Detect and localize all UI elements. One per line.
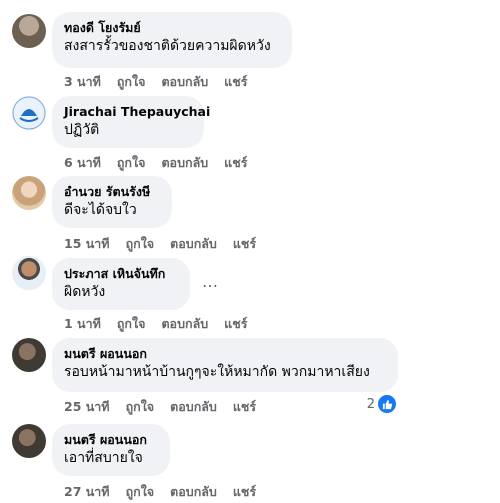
share-button[interactable]: แชร์ xyxy=(224,153,247,173)
comment-text: ปฏิวัติ xyxy=(64,122,100,138)
comment-time[interactable]: 25 นาที xyxy=(64,397,110,417)
comment-author[interactable]: ประภาส เหินจันทึก xyxy=(64,266,178,282)
comment-time[interactable]: 3 นาที xyxy=(64,72,101,92)
reaction-summary[interactable]: 2 xyxy=(367,395,396,413)
comment-time[interactable]: 27 นาที xyxy=(64,482,110,502)
avatar[interactable] xyxy=(12,96,46,130)
reply-button[interactable]: ตอบกลับ xyxy=(161,72,208,92)
comment-text: รอบหน้ามาหน้าบ้านกูๆจะให้หมากัด พวกมาหาเ… xyxy=(64,364,370,380)
more-options-icon[interactable]: … xyxy=(202,272,219,291)
avatar[interactable] xyxy=(12,338,46,372)
comment-author[interactable]: มนตรี ผอนนอก xyxy=(64,346,386,362)
like-button[interactable]: ถูกใจ xyxy=(117,72,146,92)
comment-author[interactable]: ทองดี โยงรัมย์ xyxy=(64,20,280,36)
avatar[interactable] xyxy=(12,176,46,210)
comment-time[interactable]: 15 นาที xyxy=(64,234,110,254)
comment-time[interactable]: 1 นาที xyxy=(64,314,101,334)
reply-button[interactable]: ตอบกลับ xyxy=(161,153,208,173)
reply-button[interactable]: ตอบกลับ xyxy=(170,234,217,254)
avatar-logo-icon xyxy=(12,96,46,130)
like-button[interactable]: ถูกใจ xyxy=(126,482,155,502)
comment-actions: 15 นาที ถูกใจ ตอบกลับ แชร์ xyxy=(64,234,256,254)
comment-text: เอาที่สบายใจ xyxy=(64,450,143,466)
comment-time[interactable]: 6 นาที xyxy=(64,153,101,173)
like-button[interactable]: ถูกใจ xyxy=(117,153,146,173)
comment-author[interactable]: Jirachai Thepauychai xyxy=(64,104,210,120)
reaction-count: 2 xyxy=(366,396,375,412)
comment-actions: 6 นาที ถูกใจ ตอบกลับ แชร์ xyxy=(64,153,247,173)
reply-button[interactable]: ตอบกลับ xyxy=(170,482,217,502)
share-button[interactable]: แชร์ xyxy=(233,482,256,502)
comment-text: ผิดหวัง xyxy=(64,284,106,300)
comment-bubble: มนตรี ผอนนอก รอบหน้ามาหน้าบ้านกูๆจะให้หม… xyxy=(52,338,398,392)
comment-text: ดีจะได้จบใว xyxy=(64,202,137,218)
thumbs-up-icon xyxy=(378,395,396,413)
comment-bubble: อำนวย รัตนรังษี ดีจะได้จบใว xyxy=(52,176,172,228)
avatar[interactable] xyxy=(12,256,46,290)
comment-bubble: ทองดี โยงรัมย์ สงสารรั้วของชาติด้วยความผ… xyxy=(52,12,292,68)
share-button[interactable]: แชร์ xyxy=(233,234,256,254)
comment-author[interactable]: มนตรี ผอนนอก xyxy=(64,432,158,448)
avatar[interactable] xyxy=(12,424,46,458)
avatar[interactable] xyxy=(12,14,46,48)
comment-text: สงสารรั้วของชาติด้วยความผิดหวัง xyxy=(64,38,271,54)
comment-actions: 25 นาที ถูกใจ ตอบกลับ แชร์ xyxy=(64,397,256,417)
like-button[interactable]: ถูกใจ xyxy=(117,314,146,334)
comment-actions: 27 นาที ถูกใจ ตอบกลับ แชร์ xyxy=(64,482,256,502)
share-button[interactable]: แชร์ xyxy=(224,72,247,92)
share-button[interactable]: แชร์ xyxy=(224,314,247,334)
comment-author[interactable]: อำนวย รัตนรังษี xyxy=(64,184,160,200)
share-button[interactable]: แชร์ xyxy=(233,397,256,417)
comment-actions: 1 นาที ถูกใจ ตอบกลับ แชร์ xyxy=(64,314,247,334)
like-button[interactable]: ถูกใจ xyxy=(126,234,155,254)
comment-bubble: ประภาส เหินจันทึก ผิดหวัง xyxy=(52,258,190,310)
comment-bubble: Jirachai Thepauychai ปฏิวัติ xyxy=(52,96,210,148)
like-button[interactable]: ถูกใจ xyxy=(126,397,155,417)
comment-actions: 3 นาที ถูกใจ ตอบกลับ แชร์ xyxy=(64,72,247,92)
reply-button[interactable]: ตอบกลับ xyxy=(170,397,217,417)
comment-bubble: มนตรี ผอนนอก เอาที่สบายใจ xyxy=(52,424,170,476)
reply-button[interactable]: ตอบกลับ xyxy=(161,314,208,334)
